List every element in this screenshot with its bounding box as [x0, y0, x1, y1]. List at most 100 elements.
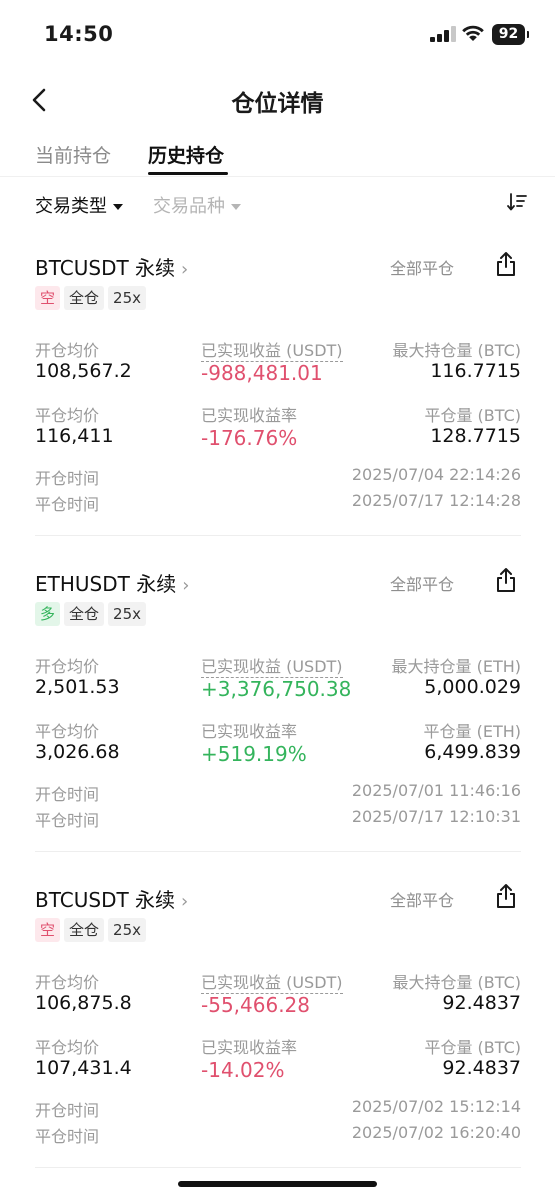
active-tab-indicator	[148, 172, 228, 175]
wifi-icon	[462, 25, 484, 41]
close-all-button[interactable]: 全部平仓	[390, 255, 454, 279]
closed-size-value: 6,499.839	[424, 741, 521, 763]
chevron-right-icon: ›	[181, 259, 189, 280]
trade-type-filter[interactable]: 交易类型	[35, 192, 123, 218]
leverage-badge: 25x	[108, 286, 146, 310]
realized-pnl-label[interactable]: 已实现收益 (USDT)	[201, 969, 343, 994]
leverage-badge: 25x	[108, 602, 146, 626]
close-time-value: 2025/07/17 12:14:28	[351, 491, 521, 510]
tab-history-positions[interactable]: 历史持仓	[148, 141, 224, 168]
home-indicator	[178, 1181, 377, 1187]
open-price-value: 108,567.2	[35, 360, 132, 382]
close-price-value: 107,431.4	[35, 1057, 132, 1079]
margin-mode-badge: 全仓	[64, 918, 105, 942]
close-price-label: 平仓均价	[35, 1038, 100, 1057]
closed-size-label: 平仓量 (BTC)	[424, 1038, 521, 1057]
close-price-value: 116,411	[35, 425, 114, 447]
margin-mode-badge: 全仓	[64, 286, 105, 310]
realized-pnl-rate-label: 已实现收益率	[201, 406, 298, 425]
battery-icon: 92	[492, 24, 525, 45]
close-time-label: 平仓时间	[35, 811, 100, 830]
position-symbol-link[interactable]: ETHUSDT 永续 ›	[35, 568, 189, 597]
position-symbol: BTCUSDT 永续	[35, 256, 176, 280]
position-symbol-link[interactable]: BTCUSDT 永续 ›	[35, 884, 188, 913]
trade-symbol-filter-label: 交易品种	[153, 196, 225, 217]
realized-pnl-value: -988,481.01	[201, 361, 323, 385]
side-badge: 多	[35, 602, 61, 626]
close-time-value: 2025/07/17 12:10:31	[351, 807, 521, 826]
realized-pnl-label[interactable]: 已实现收益 (USDT)	[201, 337, 343, 362]
realized-pnl-rate-value: -176.76%	[201, 426, 298, 450]
open-time-value: 2025/07/02 15:12:14	[351, 1097, 521, 1116]
open-time-label: 开仓时间	[35, 785, 100, 804]
battery-tip	[527, 31, 529, 38]
realized-pnl-rate-value: +519.19%	[201, 742, 307, 766]
tab-current-positions[interactable]: 当前持仓	[35, 141, 111, 168]
closed-size-label: 平仓量 (BTC)	[424, 406, 521, 425]
close-time-label: 平仓时间	[35, 495, 100, 514]
position-tags: 空全仓 25x	[35, 918, 150, 944]
realized-pnl-label-text: 已实现收益 (USDT)	[201, 341, 343, 362]
close-all-button[interactable]: 全部平仓	[390, 571, 454, 595]
closed-size-label: 平仓量 (ETH)	[423, 722, 522, 741]
closed-size-value: 128.7715	[430, 425, 521, 447]
realized-pnl-label[interactable]: 已实现收益 (USDT)	[201, 653, 343, 678]
position-tags: 空全仓 25x	[35, 286, 150, 312]
page-title: 仓位详情	[231, 91, 324, 117]
realized-pnl-label-text: 已实现收益 (USDT)	[201, 973, 343, 994]
chevron-right-icon: ›	[182, 575, 190, 596]
max-position-label: 最大持仓量 (BTC)	[392, 341, 521, 360]
chevron-right-icon: ›	[181, 891, 189, 912]
close-price-value: 3,026.68	[35, 741, 120, 763]
caret-down-icon	[231, 204, 241, 210]
caret-down-icon	[113, 204, 123, 210]
open-time-label: 开仓时间	[35, 469, 100, 488]
leverage-badge: 25x	[108, 918, 146, 942]
position-card: BTCUSDT 永续 › 全部平仓 空全仓 25x 开仓均价 106,875.8 已…	[35, 884, 521, 1184]
card-divider	[35, 535, 521, 536]
card-divider	[35, 851, 521, 852]
side-badge: 空	[35, 918, 61, 942]
max-position-value: 92.4837	[442, 992, 521, 1014]
max-position-label: 最大持仓量 (BTC)	[392, 973, 521, 992]
realized-pnl-rate-label: 已实现收益率	[201, 1038, 298, 1057]
trade-type-filter-label: 交易类型	[35, 196, 107, 217]
open-time-label: 开仓时间	[35, 1101, 100, 1120]
margin-mode-badge: 全仓	[64, 602, 105, 626]
max-position-value: 5,000.029	[424, 676, 521, 698]
card-divider	[35, 1167, 521, 1168]
share-icon[interactable]	[494, 566, 518, 594]
open-time-value: 2025/07/01 11:46:16	[351, 781, 521, 800]
realized-pnl-rate-label: 已实现收益率	[201, 722, 298, 741]
open-price-value: 2,501.53	[35, 676, 120, 698]
position-card: BTCUSDT 永续 › 全部平仓 空全仓 25x 开仓均价 108,567.2 已…	[35, 252, 521, 552]
realized-pnl-rate-value: -14.02%	[201, 1058, 285, 1082]
nav-bar: 仓位详情	[0, 70, 555, 130]
open-time-value: 2025/07/04 22:14:26	[351, 465, 521, 484]
share-icon[interactable]	[494, 882, 518, 910]
trade-symbol-filter[interactable]: 交易品种	[153, 192, 241, 218]
position-symbol: BTCUSDT 永续	[35, 888, 176, 912]
position-tags: 多全仓 25x	[35, 602, 150, 628]
open-price-label: 开仓均价	[35, 657, 100, 676]
close-time-value: 2025/07/02 16:20:40	[351, 1123, 521, 1142]
close-time-label: 平仓时间	[35, 1127, 100, 1146]
side-badge: 空	[35, 286, 61, 310]
open-price-value: 106,875.8	[35, 992, 132, 1014]
close-all-button[interactable]: 全部平仓	[390, 887, 454, 911]
open-price-label: 开仓均价	[35, 973, 100, 992]
closed-size-value: 92.4837	[442, 1057, 521, 1079]
filter-bar: 交易类型 交易品种	[0, 185, 555, 225]
share-icon[interactable]	[494, 250, 518, 278]
realized-pnl-value: -55,466.28	[201, 993, 311, 1017]
close-price-label: 平仓均价	[35, 406, 100, 425]
position-symbol: ETHUSDT 永续	[35, 572, 177, 596]
max-position-label: 最大持仓量 (ETH)	[391, 657, 522, 676]
position-card: ETHUSDT 永续 › 全部平仓 多全仓 25x 开仓均价 2,501.53 已实…	[35, 568, 521, 868]
status-bar: 14:50 92	[0, 0, 555, 70]
status-time: 14:50	[44, 22, 114, 46]
position-symbol-link[interactable]: BTCUSDT 永续 ›	[35, 252, 188, 281]
sort-icon[interactable]	[506, 191, 528, 213]
open-price-label: 开仓均价	[35, 341, 100, 360]
max-position-value: 116.7715	[430, 360, 521, 382]
